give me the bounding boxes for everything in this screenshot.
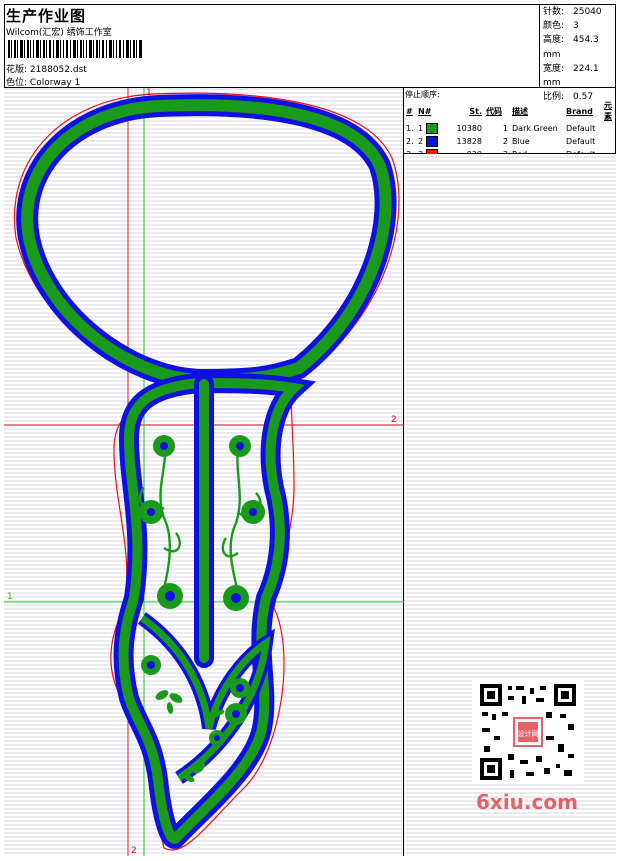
axis-label-h2: 2 [391, 415, 397, 425]
axis-label-v2: 2 [131, 846, 137, 856]
stat-colors: 颜色: 3 [543, 21, 579, 32]
legend-row: 2. 2 13828 2 Blue Default [406, 136, 596, 147]
axis-label-v1: 1 [146, 88, 152, 98]
design-label: 花版: [6, 65, 28, 75]
stat-stitches: 针数: 25040 [543, 7, 602, 17]
embroidery-design [4, 88, 404, 856]
colorway: 色位: Colorway 1 [6, 75, 80, 88]
legend-title: 停止顺序: [405, 90, 440, 99]
watermark: 6xiu.com [476, 790, 578, 814]
legend-table: # N# St. 代码 描述 Brand 元素 1. 1 10380 1 Dar… [404, 100, 616, 161]
header-info: 生产作业图 Wilcom(汇宏) 绣饰工作室 花版: 2188052.dst 色… [4, 4, 540, 88]
qr-icon: 设计网 [480, 684, 576, 780]
legend-header-row: # N# St. 代码 描述 Brand 元素 [406, 101, 612, 121]
color-legend: 停止顺序: # N# St. 代码 描述 Brand 元素 1. 1 10380… [404, 88, 616, 160]
qr-badge: 设计网 [518, 729, 539, 738]
company-name: Wilcom(汇宏) 绣饰工作室 [6, 28, 112, 38]
head-loop [16, 94, 397, 392]
color-swatch-green [425, 123, 438, 134]
design-preview: 1 2 1 2 [4, 88, 404, 856]
barcode [8, 40, 142, 58]
stat-width: 宽度: 224.1 mm [543, 63, 599, 89]
axis-label-h1: 1 [7, 592, 13, 602]
header: 生产作业图 Wilcom(汇宏) 绣饰工作室 花版: 2188052.dst 色… [4, 4, 616, 102]
design-value: 2188052.dst [29, 65, 87, 75]
page-title: 生产作业图 [6, 7, 87, 25]
color-swatch-blue [425, 136, 438, 147]
qr-code: 设计网 [472, 680, 584, 784]
stat-height: 高度: 454.3 mm [543, 35, 599, 60]
legend-row: 1. 1 10380 1 Dark Green Default [406, 123, 596, 134]
colorway-label: 色位: [6, 78, 28, 88]
design-file: 花版: 2188052.dst [6, 62, 87, 75]
colorway-value: Colorway 1 [29, 78, 81, 88]
